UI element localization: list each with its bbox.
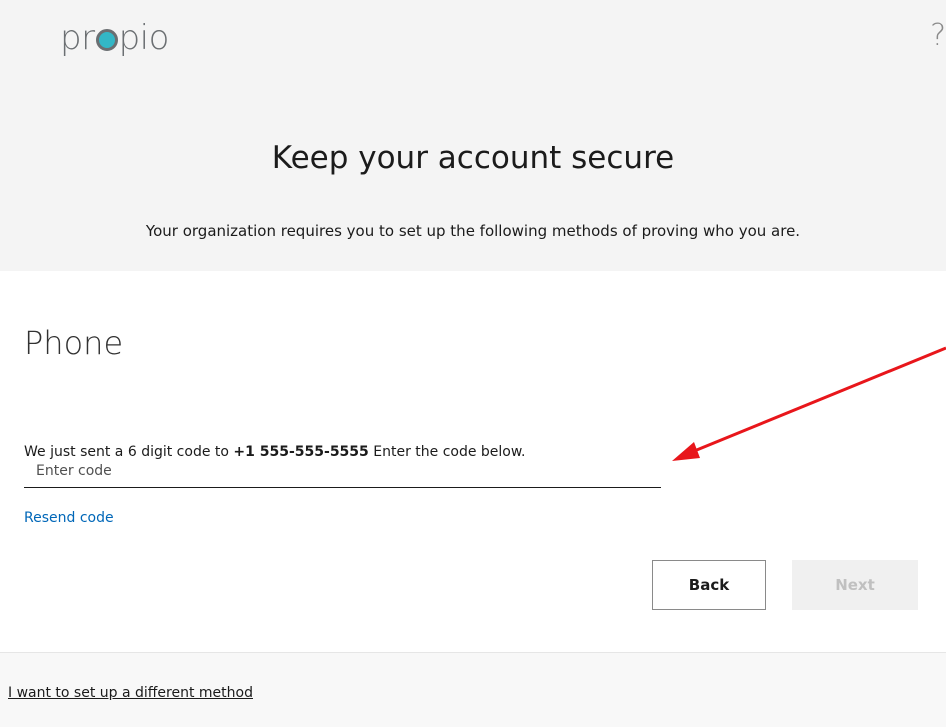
page-title: Keep your account secure	[271, 140, 675, 176]
different-method-link[interactable]: I want to set up a different method	[8, 685, 253, 701]
page: pr pio ? Keep your account secure Your or…	[0, 0, 946, 727]
header-bar: pr pio ?	[0, 0, 946, 76]
page-subtitle: Your organization requires you to set up…	[145, 222, 801, 240]
verification-code-input[interactable]	[24, 454, 661, 488]
resend-code-link[interactable]: Resend code	[24, 510, 114, 526]
arrow-head	[672, 442, 700, 461]
red-arrow-icon	[672, 346, 946, 461]
arrow-shaft	[681, 346, 946, 458]
question-mark-icon[interactable]: ?	[930, 16, 946, 56]
logo-dot-icon	[95, 29, 118, 51]
propio-logo: pr pio	[60, 18, 169, 58]
back-button[interactable]: Back	[652, 560, 766, 610]
next-button[interactable]: Next	[792, 560, 918, 610]
logo-text-suffix: pio	[118, 18, 170, 58]
logo-text-prefix: pr	[60, 18, 95, 58]
method-title: Phone	[24, 324, 124, 362]
